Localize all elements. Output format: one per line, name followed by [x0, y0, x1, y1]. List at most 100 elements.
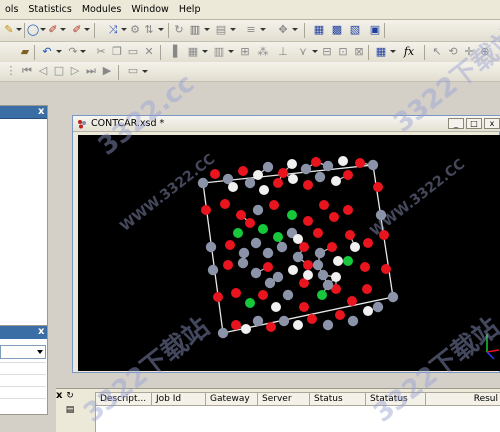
movie-icon[interactable]: ▭: [126, 64, 140, 78]
gray-atom[interactable]: [264, 277, 276, 289]
red-atom[interactable]: [329, 212, 339, 222]
white-atom[interactable]: [288, 265, 298, 275]
gray-atom[interactable]: [367, 159, 379, 171]
gray-atom[interactable]: [312, 259, 324, 271]
red-atom[interactable]: [343, 205, 353, 215]
white-atom[interactable]: [303, 270, 313, 280]
filter-icon[interactable]: ⋎: [296, 45, 310, 59]
red-atom[interactable]: [362, 284, 372, 294]
chevron-down-icon[interactable]: [230, 28, 236, 31]
select-icon[interactable]: ↖: [430, 45, 444, 59]
chevron-down-icon[interactable]: [121, 28, 127, 31]
chart-icon[interactable]: ▥: [188, 23, 202, 37]
red-atom[interactable]: [299, 242, 309, 252]
rotate-icon[interactable]: ↻: [172, 23, 186, 37]
columns-icon[interactable]: ▥: [212, 45, 226, 59]
red-atom[interactable]: [303, 260, 313, 270]
chevron-down-icon[interactable]: [84, 28, 90, 31]
red-atom[interactable]: [345, 230, 355, 240]
white-atom[interactable]: [271, 302, 281, 312]
color-grid-icon[interactable]: ▦: [374, 45, 388, 59]
red-atom[interactable]: [269, 200, 279, 210]
stats-icon[interactable]: ⊥: [276, 45, 290, 59]
chevron-down-icon[interactable]: [312, 50, 318, 53]
gray-atom[interactable]: [322, 160, 334, 172]
green-atom[interactable]: [233, 228, 243, 238]
stop-icon[interactable]: □: [52, 64, 66, 78]
red-atom[interactable]: [381, 264, 391, 274]
gray-atom[interactable]: [250, 237, 262, 249]
white-atom[interactable]: [259, 185, 269, 195]
chevron-down-icon[interactable]: [80, 50, 86, 53]
close-icon[interactable]: x: [56, 390, 62, 401]
gray-atom[interactable]: [252, 204, 264, 216]
rotate-view-icon[interactable]: ⟲: [446, 45, 460, 59]
red-atom[interactable]: [236, 210, 246, 220]
red-atom[interactable]: [299, 302, 309, 312]
table-icon[interactable]: ▤: [214, 23, 228, 37]
sketch-fragment-icon[interactable]: ✐: [70, 23, 84, 37]
gray-atom[interactable]: [237, 257, 249, 269]
job-icon[interactable]: ▩: [330, 23, 344, 37]
function-icon[interactable]: fx: [402, 45, 416, 59]
animation-icon[interactable]: ▶: [100, 64, 114, 78]
red-atom[interactable]: [360, 262, 370, 272]
column-header[interactable]: Descript...: [96, 393, 152, 405]
red-atom[interactable]: [343, 170, 353, 180]
green-atom[interactable]: [245, 298, 255, 308]
white-atom[interactable]: [288, 174, 298, 184]
green-atom[interactable]: [258, 224, 268, 234]
gray-atom[interactable]: [282, 289, 294, 301]
redo-icon[interactable]: ↷: [66, 45, 80, 59]
green-atom[interactable]: [343, 256, 353, 266]
red-atom[interactable]: [313, 228, 323, 238]
tag-icon[interactable]: ⊠: [352, 45, 366, 59]
move-icon[interactable]: ✥: [276, 23, 290, 37]
menu-help[interactable]: Help: [174, 0, 206, 20]
server-icon[interactable]: ▣: [368, 23, 382, 37]
close-icon[interactable]: x: [38, 106, 44, 117]
white-atom[interactable]: [333, 256, 343, 266]
zoom-icon[interactable]: ⊕: [478, 45, 492, 59]
grid-view-icon[interactable]: ▦: [186, 45, 200, 59]
red-atom[interactable]: [379, 230, 389, 240]
white-atom[interactable]: [363, 306, 373, 316]
chevron-down-icon[interactable]: [390, 50, 396, 53]
red-atom[interactable]: [355, 158, 365, 168]
menu-tools[interactable]: ols: [0, 0, 23, 20]
white-atom[interactable]: [228, 182, 238, 192]
gray-atom[interactable]: [372, 301, 384, 313]
menu-window[interactable]: Window: [126, 0, 173, 20]
refresh-icon[interactable]: ↻: [64, 390, 76, 402]
gray-atom[interactable]: [197, 177, 209, 189]
red-atom[interactable]: [347, 296, 357, 306]
bar-chart-icon[interactable]: ▐: [166, 45, 180, 59]
chevron-down-icon[interactable]: [16, 28, 22, 31]
chevron-down-icon[interactable]: [56, 50, 62, 53]
gray-atom[interactable]: [262, 247, 274, 259]
maximize-button[interactable]: □: [466, 118, 482, 129]
red-atom[interactable]: [258, 290, 268, 300]
analysis-icon[interactable]: ▧: [348, 23, 362, 37]
white-atom[interactable]: [293, 234, 303, 244]
chevron-down-icon[interactable]: [260, 28, 266, 31]
log-icon[interactable]: ▤: [64, 404, 76, 416]
gray-atom[interactable]: [322, 319, 334, 331]
red-atom[interactable]: [210, 169, 220, 179]
ring-icon[interactable]: ◯: [26, 23, 40, 37]
modify-bonds-icon[interactable]: ⤨: [106, 23, 120, 37]
column-header[interactable]: Resul: [426, 393, 500, 405]
chevron-down-icon[interactable]: [228, 50, 234, 53]
3d-structure-viewer[interactable]: [78, 135, 500, 371]
play-icon[interactable]: ▷: [68, 64, 82, 78]
gray-atom[interactable]: [300, 163, 312, 175]
white-atom[interactable]: [338, 156, 348, 166]
measure-icon[interactable]: ⇅: [142, 23, 156, 37]
white-atom[interactable]: [253, 170, 263, 180]
delete-icon[interactable]: ✕: [142, 45, 156, 59]
chevron-down-icon[interactable]: [202, 50, 208, 53]
red-atom[interactable]: [231, 320, 241, 330]
red-atom[interactable]: [363, 238, 373, 248]
first-frame-icon[interactable]: ⏮: [20, 64, 34, 78]
plot-icon[interactable]: ⊟: [320, 45, 334, 59]
